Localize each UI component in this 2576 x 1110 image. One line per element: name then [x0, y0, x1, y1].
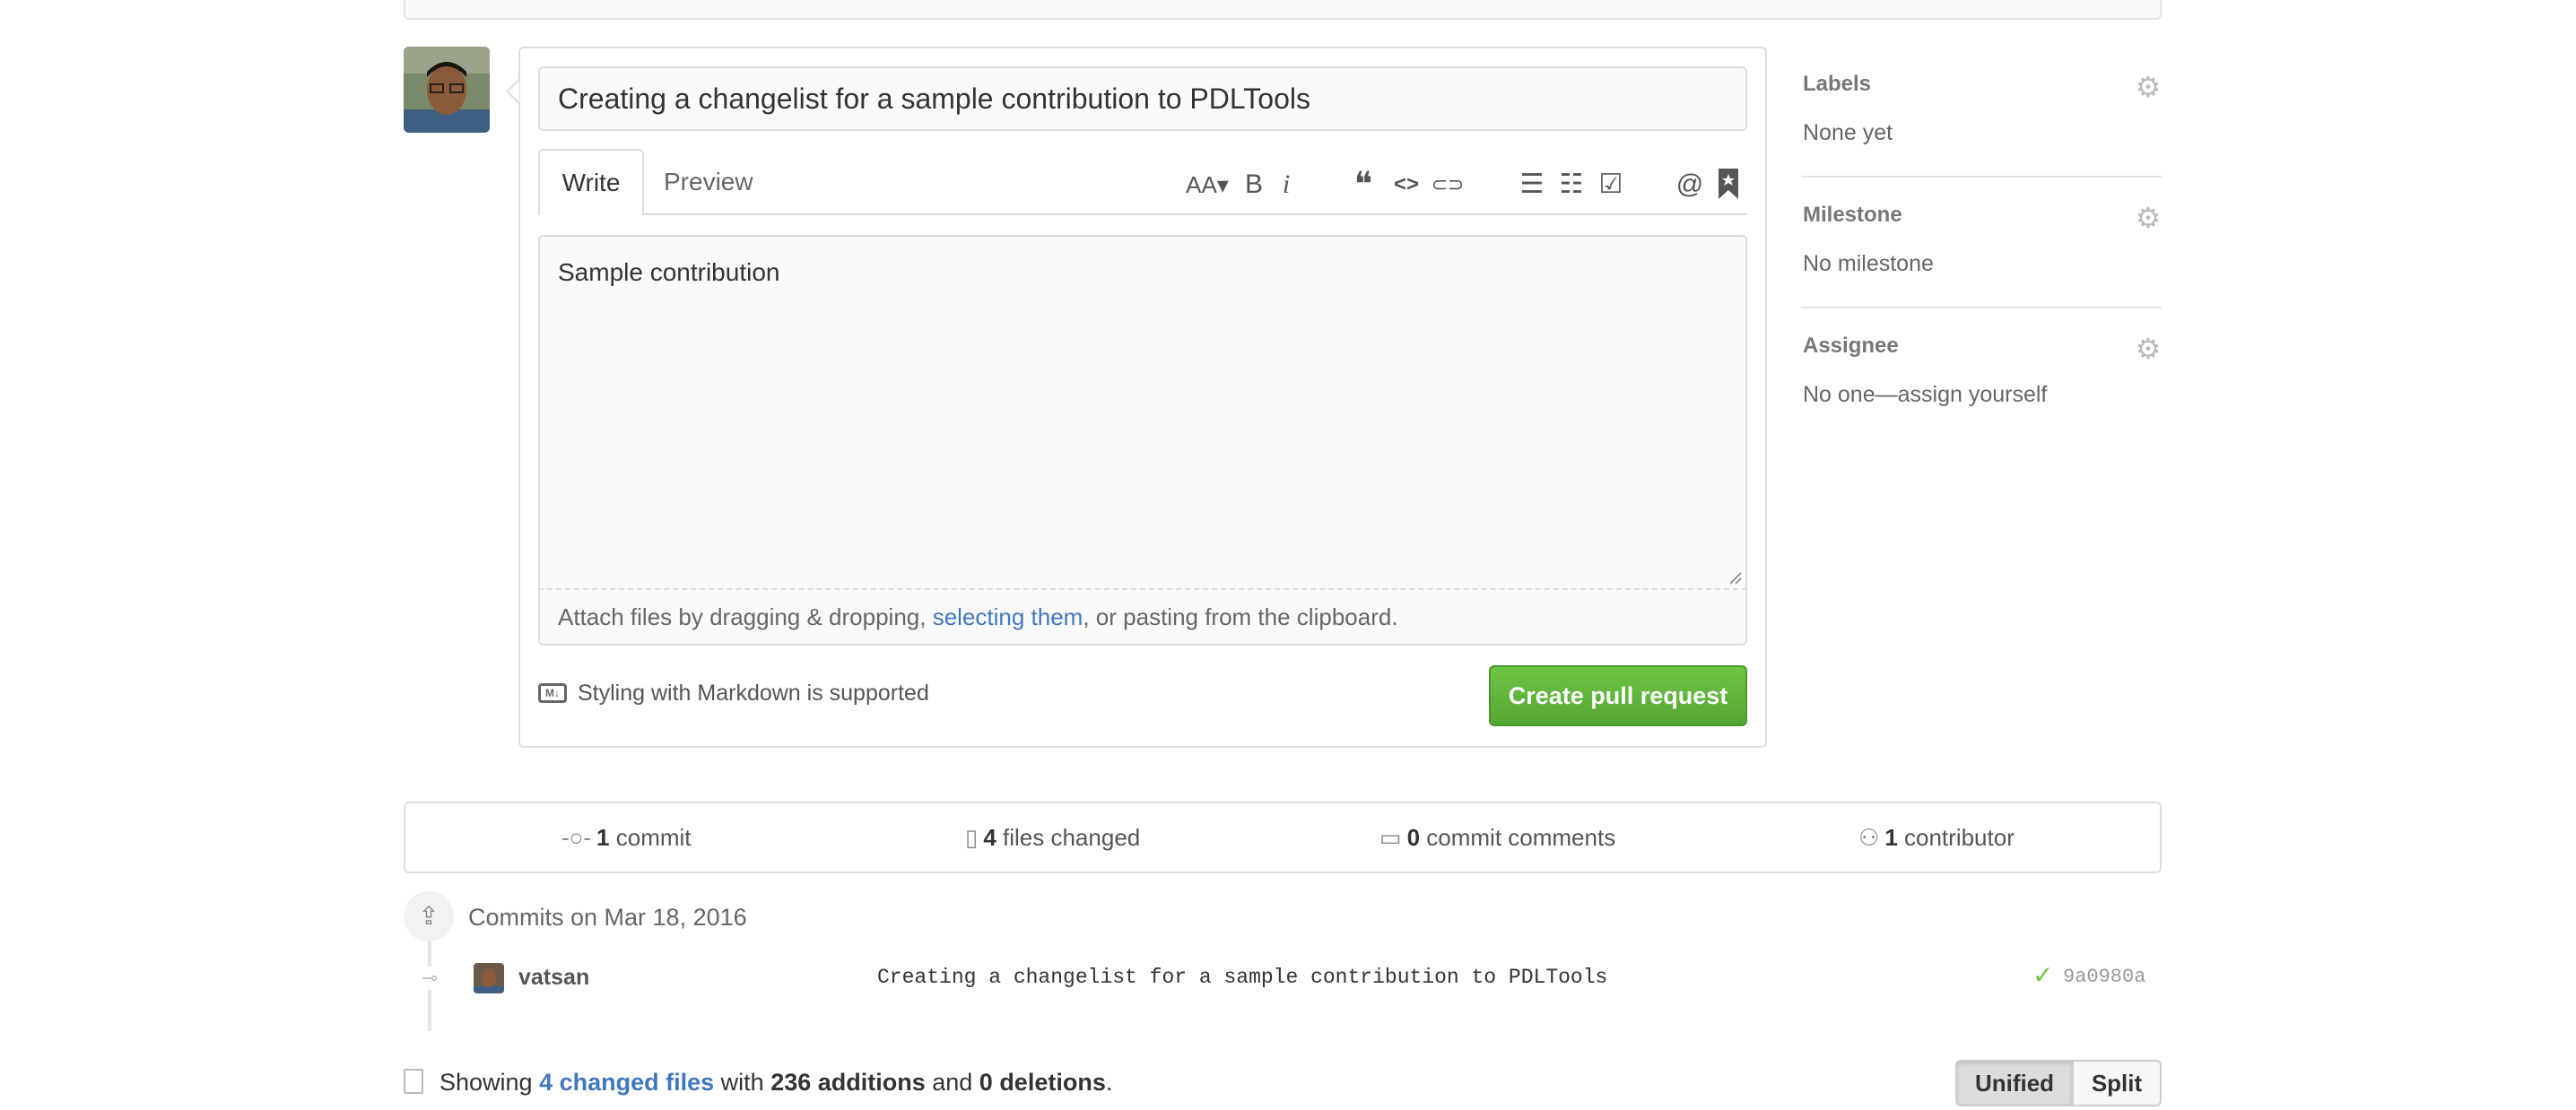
numbered-list-icon[interactable]: ☷: [1553, 167, 1589, 203]
file-diff-icon: [404, 1069, 423, 1094]
contributors-stat[interactable]: ⚇ 1 contributor: [1858, 819, 2015, 855]
quote-icon[interactable]: ❝: [1345, 167, 1381, 203]
header-icon[interactable]: AA▾: [1182, 167, 1232, 203]
labels-heading[interactable]: Labels: [1803, 72, 1871, 97]
pr-body-textarea[interactable]: Sample contribution: [538, 235, 1747, 590]
attach-files-bar[interactable]: Attach files by dragging & dropping, sel…: [538, 590, 1747, 646]
bold-icon[interactable]: B: [1236, 167, 1272, 203]
reference-icon[interactable]: [1719, 169, 1738, 199]
split-view-button[interactable]: Split: [2072, 1060, 2162, 1106]
resize-handle[interactable]: [1727, 570, 1742, 585]
form-caret-inner: [509, 81, 519, 102]
assignee-heading[interactable]: Assignee: [1803, 334, 1899, 359]
comment-icon: ▭: [1379, 824, 1402, 851]
milestone-value: No milestone: [1803, 251, 1934, 276]
select-files-link[interactable]: selecting them: [933, 603, 1083, 630]
italic-icon[interactable]: i: [1268, 167, 1304, 203]
commit-author-avatar[interactable]: [474, 963, 504, 993]
assignee-gear-icon[interactable]: ⚙: [2135, 334, 2162, 363]
diff-summary: Showing 4 changed files with 236 additio…: [439, 1069, 1113, 1096]
unified-view-button[interactable]: Unified: [1955, 1060, 2074, 1106]
commit-node-icon: ⊸: [418, 967, 441, 990]
previous-section-box: [404, 0, 2162, 20]
attach-text-suffix: , or pasting from the clipboard.: [1083, 603, 1398, 630]
sidebar-divider: [1801, 176, 2162, 178]
markdown-help-link[interactable]: Styling with Markdown is supported: [578, 678, 929, 708]
code-icon[interactable]: <>: [1388, 167, 1424, 203]
commit-author-link[interactable]: vatsan: [518, 961, 589, 993]
commit-icon: -○-: [561, 824, 592, 851]
link-icon[interactable]: ⊂⊃: [1430, 167, 1466, 203]
file-diff-icon: ▯: [965, 824, 979, 851]
assignee-value[interactable]: No one—assign yourself: [1803, 382, 2047, 408]
commit-comments-stat[interactable]: ▭ 0 commit comments: [1379, 819, 1615, 855]
milestone-heading[interactable]: Milestone: [1803, 203, 1902, 228]
commit-sha-link[interactable]: 9a0980a: [2063, 961, 2145, 993]
sidebar-divider: [1801, 307, 2162, 308]
bullet-list-icon[interactable]: ☰: [1514, 167, 1550, 203]
markdown-icon: M↓: [538, 683, 567, 703]
repo-push-icon: ⇪: [404, 891, 454, 941]
commits-stat[interactable]: -○- 1 commit: [561, 819, 692, 855]
mention-icon[interactable]: @: [1672, 167, 1708, 203]
commits-date-heading: Commits on Mar 18, 2016: [468, 904, 747, 931]
commit-message-link[interactable]: Creating a changelist for a sample contr…: [877, 961, 1607, 993]
task-list-icon[interactable]: ☑: [1593, 167, 1629, 203]
tab-write[interactable]: Write: [538, 149, 644, 215]
check-icon[interactable]: ✓: [2032, 959, 2053, 992]
tab-preview[interactable]: Preview: [664, 149, 753, 215]
files-changed-stat[interactable]: ▯ 4 files changed: [965, 819, 1140, 855]
organization-icon: ⚇: [1858, 824, 1880, 851]
author-avatar[interactable]: [404, 47, 490, 133]
pr-title-input[interactable]: Creating a changelist for a sample contr…: [538, 66, 1747, 131]
create-pull-request-button[interactable]: Create pull request: [1489, 665, 1747, 726]
attach-text-prefix: Attach files by dragging & dropping,: [558, 603, 933, 630]
labels-gear-icon[interactable]: ⚙: [2135, 73, 2162, 101]
labels-value: None yet: [1803, 120, 1893, 145]
changed-files-link[interactable]: 4 changed files: [539, 1069, 714, 1096]
milestone-gear-icon[interactable]: ⚙: [2135, 204, 2162, 232]
